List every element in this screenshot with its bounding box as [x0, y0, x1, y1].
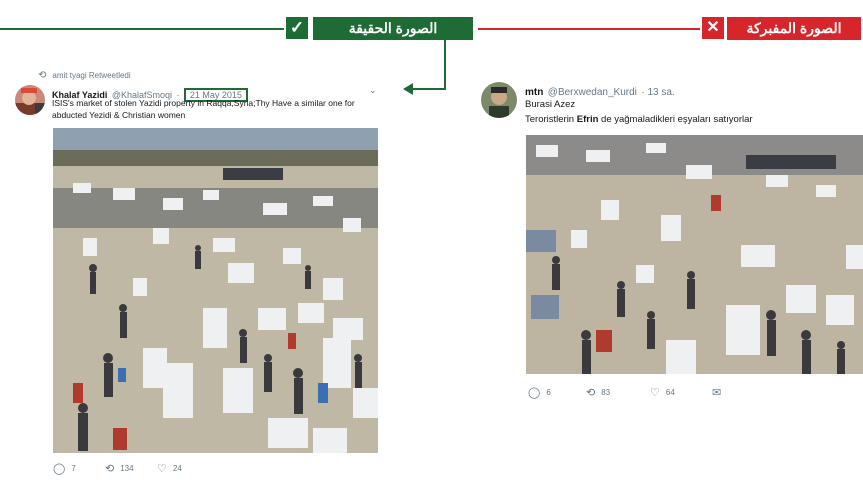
tweet-photo[interactable]: [53, 128, 378, 453]
retweet-icon: ⟲: [38, 70, 47, 81]
envelope-icon: ✉: [712, 387, 722, 399]
tweet-text-line: Teroristlerin Efrin de yağmaladikleri eş…: [525, 112, 855, 127]
tweet-text: ISIS's market of stolen Yazidi property …: [52, 97, 382, 121]
like-count: 24: [172, 464, 182, 473]
connector-line: [412, 88, 446, 90]
reply-icon: ◯: [53, 463, 66, 475]
reply-button[interactable]: ◯ 6: [528, 386, 551, 399]
reply-icon: ◯: [528, 387, 541, 399]
retweet-count: 83: [601, 388, 611, 397]
connector-line: [444, 40, 446, 90]
message-button[interactable]: ✉: [712, 386, 721, 399]
banner-line-red: [478, 28, 700, 30]
reply-count: 6: [546, 388, 551, 397]
retweet-button[interactable]: ⟲ 83: [586, 386, 610, 399]
tweet-text-line: ISIS's market of stolen Yazidi property …: [52, 98, 355, 108]
tweet-actions: ◯ 7 ⟲ 134 ♡ 24: [53, 462, 383, 476]
retweet-count: 134: [120, 464, 134, 473]
tweet-actions: ◯ 6 ⟲ 83 ♡ 64 ✉: [528, 386, 848, 400]
tweet-text-line: abducted Yezidi & Christian women: [52, 110, 186, 120]
like-button[interactable]: ♡ 64: [650, 386, 675, 399]
fake-image-label: الصورة المفبركة: [727, 17, 861, 40]
close-icon: ✕: [702, 17, 724, 39]
retweet-button[interactable]: ⟲ 134: [105, 462, 134, 475]
tweet-text-segment: de yağmaladikleri eşyaları satıyorlar: [598, 114, 753, 125]
real-image-label: الصورة الحقيقة: [313, 17, 473, 40]
avatar[interactable]: [15, 85, 45, 115]
like-button[interactable]: ♡ 24: [157, 462, 182, 475]
hashtag-text: Efrin: [576, 114, 599, 125]
retweet-context: ⟲ amit tyagi Retweetledi: [38, 70, 131, 81]
reply-count: 7: [71, 464, 76, 473]
like-count: 64: [665, 388, 675, 397]
tweet-text-segment: Teroristlerin: [525, 114, 577, 125]
tweet-text: Burasi Azez Teroristlerin Efrin de yağma…: [525, 97, 855, 127]
heart-icon: ♡: [157, 463, 167, 475]
arrow-left-icon: [403, 83, 413, 95]
banner-line-green: [0, 28, 284, 30]
check-icon: ✓: [286, 17, 308, 39]
retweeted-by[interactable]: amit tyagi Retweetledi: [52, 71, 130, 80]
heart-icon: ♡: [650, 387, 660, 399]
retweet-icon: ⟲: [586, 387, 596, 399]
avatar[interactable]: [481, 82, 517, 118]
tweet-text-line: Burasi Azez: [525, 99, 576, 110]
chevron-down-icon[interactable]: ⌄: [369, 85, 377, 96]
tweet-photo[interactable]: [526, 135, 863, 374]
reply-button[interactable]: ◯ 7: [53, 462, 76, 475]
retweet-icon: ⟲: [105, 463, 115, 475]
